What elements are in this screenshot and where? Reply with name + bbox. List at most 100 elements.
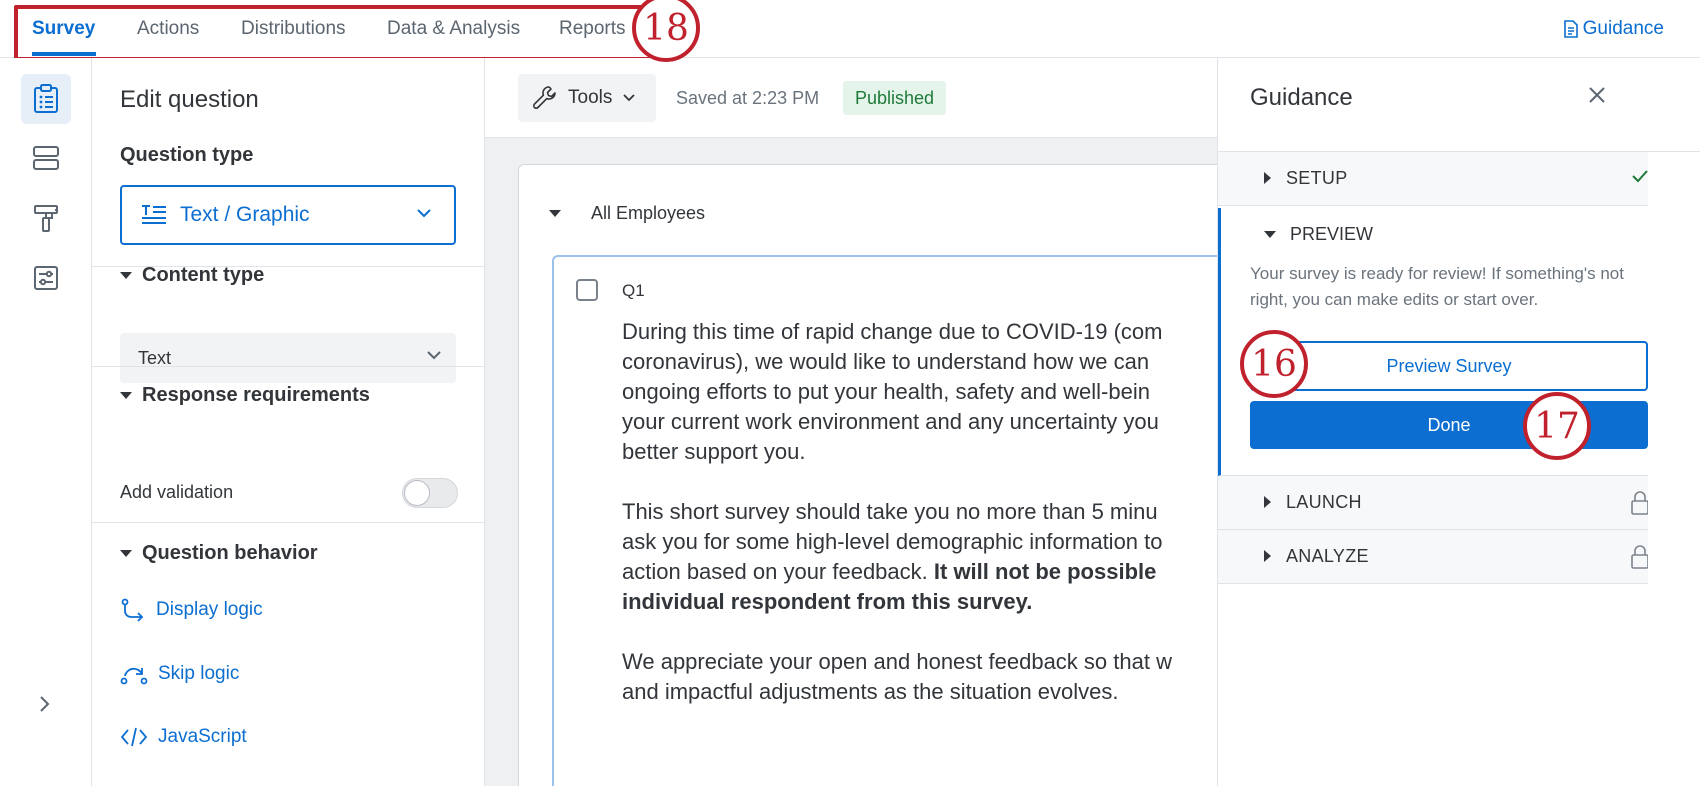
preview-step-header[interactable]: PREVIEW (1264, 224, 1373, 245)
look-and-feel-paint-icon (34, 205, 58, 232)
survey-block: All Employees Q1 During this time of rap… (518, 164, 1217, 786)
panel-title: Edit question (120, 86, 259, 113)
question-behavior-label: Question behavior (142, 542, 318, 564)
document-icon (1563, 20, 1578, 38)
guidance-step-analyze[interactable]: ANALYZE (1218, 530, 1649, 584)
tab-distributions[interactable]: Distributions (241, 18, 346, 40)
skip-logic-link[interactable]: Skip logic (120, 662, 239, 686)
text-line: During this time of rapid change due to … (622, 319, 1163, 344)
caret-down-icon (120, 550, 132, 557)
response-requirements-label: Response requirements (142, 384, 370, 406)
guidance-scroll-gutter (1648, 152, 1700, 786)
text-line: ongoing efforts to put your health, safe… (622, 379, 1150, 404)
question-select-checkbox[interactable] (576, 279, 598, 301)
text-line: your current work environment and any un… (622, 409, 1159, 434)
display-logic-icon (121, 598, 144, 622)
tools-label: Tools (568, 87, 613, 108)
survey-flow-icon (33, 146, 59, 170)
step-label: PREVIEW (1290, 224, 1374, 244)
bold-text: individual respondent from this survey. (622, 589, 1033, 614)
content-type-label: Content type (142, 264, 265, 286)
skip-logic-icon (120, 667, 148, 685)
question-text[interactable]: During this time of rapid change due to … (622, 317, 1182, 737)
add-validation-toggle[interactable] (402, 478, 458, 508)
survey-editor-button[interactable] (21, 74, 71, 124)
left-icon-rail (0, 58, 92, 786)
survey-options-button[interactable] (21, 253, 71, 303)
chevron-down-icon (417, 209, 431, 218)
survey-editor-canvas: Tools Saved at 2:23 PM Published All Emp… (485, 58, 1217, 786)
guidance-step-setup[interactable]: SETUP (1218, 152, 1648, 206)
divider (92, 522, 485, 523)
chevron-right-icon (40, 696, 50, 712)
display-logic-label: Display logic (156, 599, 263, 620)
add-validation-label: Add validation (120, 482, 234, 502)
callout-16: 16 (1240, 330, 1308, 398)
look-and-feel-button[interactable] (21, 193, 71, 243)
text-line: better support you. (622, 439, 806, 464)
question-paragraph: We appreciate your open and honest feedb… (622, 647, 1182, 707)
chevron-down-icon (427, 351, 441, 360)
question-paragraph: This short survey should take you no mor… (622, 497, 1182, 617)
lock-icon (1631, 491, 1649, 515)
text-line: and impactful adjustments as the situati… (622, 679, 1119, 704)
tab-survey[interactable]: Survey (32, 18, 95, 40)
top-navigation: Survey Actions Distributions Data & Anal… (0, 0, 1700, 61)
preview-survey-button[interactable]: Preview Survey (1250, 341, 1648, 391)
question-behavior-header[interactable]: Question behavior (120, 542, 318, 565)
guidance-step-launch[interactable]: LAUNCH (1218, 476, 1649, 530)
callout-17: 17 (1523, 392, 1591, 460)
text-line: We appreciate your open and honest feedb… (622, 649, 1172, 674)
code-icon (120, 727, 148, 747)
preview-description: Your survey is ready for review! If some… (1250, 264, 1624, 309)
content-type-select[interactable]: Text (120, 333, 456, 383)
expand-rail-button[interactable] (36, 694, 52, 719)
survey-flow-button[interactable] (21, 133, 71, 183)
tab-data-analysis[interactable]: Data & Analysis (387, 18, 520, 40)
guidance-link-label: Guidance (1582, 18, 1664, 39)
tab-actions[interactable]: Actions (137, 18, 199, 40)
question-number: Q1 (622, 281, 645, 300)
response-requirements-header[interactable]: Response requirements (120, 384, 370, 407)
text-line: This short survey should take you no mor… (622, 499, 1158, 524)
caret-down-icon (549, 210, 561, 217)
tab-reports[interactable]: Reports (559, 18, 626, 40)
editor-toolbar: Tools Saved at 2:23 PM Published (485, 58, 1217, 138)
saved-status: Saved at 2:23 PM (676, 88, 820, 108)
close-guidance-button[interactable] (1586, 84, 1608, 111)
text-graphic-icon (142, 205, 166, 224)
step-label: ANALYZE (1286, 546, 1369, 566)
javascript-label: JavaScript (158, 726, 247, 747)
edit-question-panel: Edit question Question type Text / Graph… (92, 58, 485, 786)
caret-right-icon (1264, 550, 1271, 562)
text-line: coronavirus), we would like to understan… (622, 349, 1150, 374)
question-type-value: Text / Graphic (180, 203, 310, 226)
lock-icon (1631, 545, 1649, 569)
active-tab-indicator (32, 52, 96, 56)
display-logic-link[interactable]: Display logic (120, 598, 263, 622)
caret-right-icon (1264, 496, 1271, 508)
text-line: ask you for some high-level demographic … (622, 529, 1163, 554)
check-icon (1632, 170, 1648, 183)
caret-right-icon (1264, 172, 1271, 184)
wrench-icon (533, 86, 556, 109)
guidance-header: Guidance (1218, 58, 1700, 152)
block-name: All Employees (591, 203, 706, 223)
tools-button[interactable]: Tools (518, 74, 656, 122)
survey-options-icon (34, 266, 58, 290)
block-header[interactable]: All Employees (549, 203, 705, 224)
question-type-select[interactable]: Text / Graphic (120, 185, 456, 245)
guidance-link[interactable]: Guidance (1563, 18, 1664, 40)
caret-down-icon (1264, 231, 1276, 238)
question-type-label: Question type (120, 144, 254, 166)
step-label: LAUNCH (1286, 492, 1362, 512)
status-badge: Published (843, 81, 947, 115)
guidance-panel: Guidance SETUP PREVIEW Your survey is re… (1217, 58, 1700, 786)
question-paragraph: During this time of rapid change due to … (622, 317, 1182, 467)
survey-clipboard-icon (34, 84, 58, 113)
javascript-link[interactable]: JavaScript (120, 726, 247, 748)
divider (92, 366, 485, 367)
skip-logic-label: Skip logic (158, 663, 240, 684)
question-card[interactable]: Q1 During this time of rapid change due … (552, 255, 1217, 786)
content-type-header[interactable]: Content type (120, 264, 264, 287)
